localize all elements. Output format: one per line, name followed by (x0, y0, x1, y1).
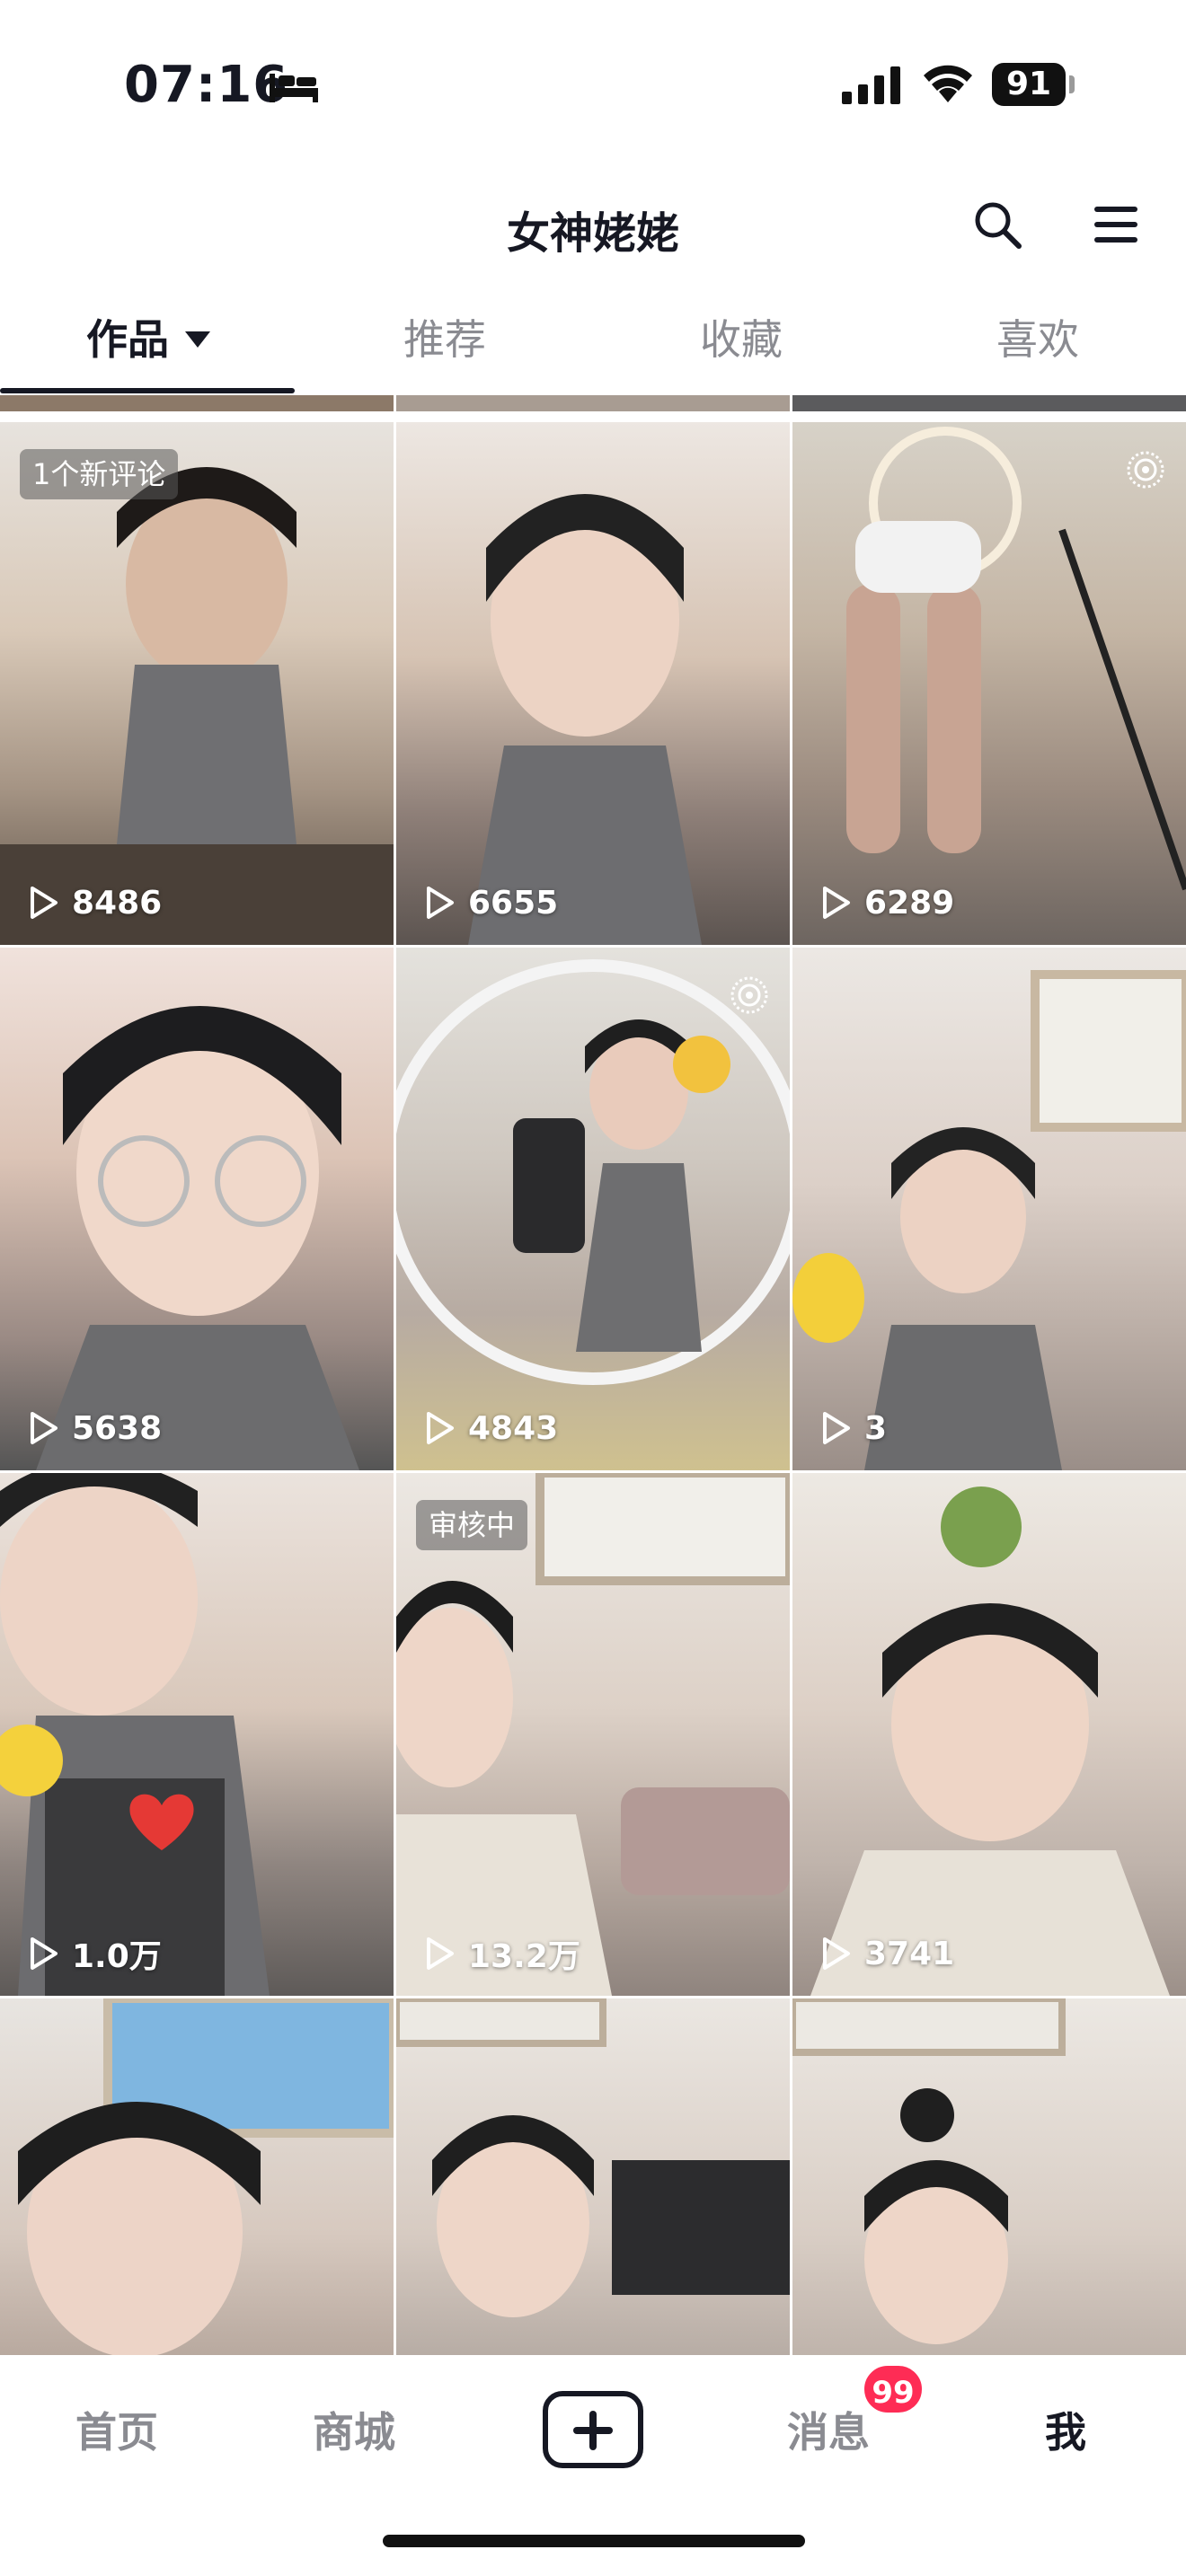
play-icon (31, 1412, 58, 1444)
home-indicator[interactable] (383, 2535, 805, 2547)
menu-icon[interactable] (1091, 203, 1141, 246)
thumbnail-image (792, 1998, 1066, 2344)
video-thumbnail[interactable]: 3741 (792, 1473, 1186, 1996)
video-thumbnail-partial[interactable] (792, 395, 1186, 411)
video-thumbnail[interactable] (396, 1998, 790, 2355)
new-comment-badge: 1个新评论 (20, 449, 179, 499)
video-thumbnail[interactable]: 6289 (792, 422, 1186, 945)
thumbnail-image (18, 1998, 394, 2355)
play-count: 6289 (819, 880, 954, 925)
play-count: 3 (819, 1406, 887, 1451)
sleep-focus-icon (270, 74, 318, 102)
play-count: 8486 (27, 880, 162, 925)
thumbnail-image (36, 1006, 359, 1470)
live-photo-icon (730, 976, 768, 1014)
battery-level: 91 (992, 63, 1066, 106)
video-thumbnail-partial[interactable] (0, 395, 394, 411)
dropdown-arrow-icon (185, 331, 210, 348)
cellular-signal-icon (842, 66, 900, 104)
video-thumbnail[interactable]: 审核中 13.2万 (396, 1473, 790, 1996)
play-count-value: 6289 (864, 884, 955, 922)
play-count: 3741 (819, 1931, 954, 1976)
play-count: 1.0万 (27, 1931, 162, 1976)
play-count: 13.2万 (423, 1931, 580, 1976)
video-thumbnail[interactable]: 4843 (396, 948, 790, 1470)
play-count: 5638 (27, 1406, 162, 1451)
tab-favorites[interactable]: 收藏 (593, 296, 890, 383)
play-count-value: 3741 (864, 1935, 955, 1972)
video-thumbnail[interactable]: 5638 (0, 948, 394, 1470)
tab-likes[interactable]: 喜欢 (890, 296, 1186, 383)
video-grid: 1个新评论 8486 6655 6289 5638 4843 3 1.0万 审核… (0, 395, 1186, 2355)
video-thumbnail-partial[interactable] (396, 395, 790, 411)
video-thumbnail[interactable]: 6655 (396, 422, 790, 945)
play-count-value: 8486 (72, 884, 163, 922)
play-count-value: 13.2万 (468, 1938, 580, 1975)
search-icon[interactable] (970, 198, 1024, 251)
play-icon (427, 887, 454, 919)
thumbnail-image (0, 1473, 270, 1996)
thumbnail-image (810, 1486, 1170, 1996)
thumbnail-image (396, 959, 790, 1385)
nav-me[interactable]: 我 (976, 2387, 1155, 2477)
create-button[interactable] (543, 2391, 643, 2468)
bottom-navigation: 首页 商城 消息 99 我 (0, 2355, 1186, 2576)
tab-recommended[interactable]: 推荐 (296, 296, 593, 383)
video-thumbnail[interactable] (0, 1998, 394, 2355)
play-icon (427, 1937, 454, 1970)
messages-unread-badge: 99 (861, 2362, 925, 2416)
video-thumbnail[interactable]: 1.0万 (0, 1473, 394, 1996)
play-icon (823, 887, 850, 919)
thumbnail-image (396, 1998, 790, 2317)
thumbnail-image (846, 427, 1186, 891)
play-count: 6655 (423, 880, 558, 925)
wifi-icon (924, 65, 972, 102)
thumbnail-image (0, 467, 394, 945)
under-review-badge: 审核中 (416, 1500, 528, 1550)
play-count-value: 6655 (468, 884, 559, 922)
status-bar: 07:16 91 (0, 0, 1186, 171)
nav-home[interactable]: 首页 (27, 2387, 207, 2477)
content-tabs: 作品 推荐 收藏 喜欢 (0, 296, 1186, 395)
play-icon (31, 1937, 58, 1970)
plus-icon (589, 2411, 597, 2450)
play-icon (427, 1412, 454, 1444)
play-icon (823, 1937, 850, 1970)
thumbnail-image (792, 970, 1186, 1470)
video-thumbnail[interactable]: 3 (792, 948, 1186, 1470)
play-count-value: 5638 (72, 1409, 163, 1447)
active-tab-indicator (0, 388, 295, 393)
play-count: 4843 (423, 1406, 558, 1451)
tab-works[interactable]: 作品 (0, 296, 296, 383)
battery-tip (1069, 75, 1075, 93)
play-icon (31, 887, 58, 919)
tab-label: 作品 (86, 315, 169, 364)
play-count-value: 4843 (468, 1409, 559, 1447)
play-icon (823, 1412, 850, 1444)
status-time: 07:16 (124, 56, 289, 114)
play-count-value: 1.0万 (72, 1938, 162, 1975)
thumbnail-image (396, 1473, 790, 1996)
video-thumbnail[interactable]: 1个新评论 8486 (0, 422, 394, 945)
profile-header: 女神姥姥 (0, 171, 1186, 287)
thumbnail-image (468, 494, 702, 945)
play-count-value: 3 (864, 1409, 888, 1447)
live-photo-icon (1127, 451, 1164, 489)
nav-mall[interactable]: 商城 (264, 2387, 444, 2477)
video-thumbnail[interactable] (792, 1998, 1186, 2355)
